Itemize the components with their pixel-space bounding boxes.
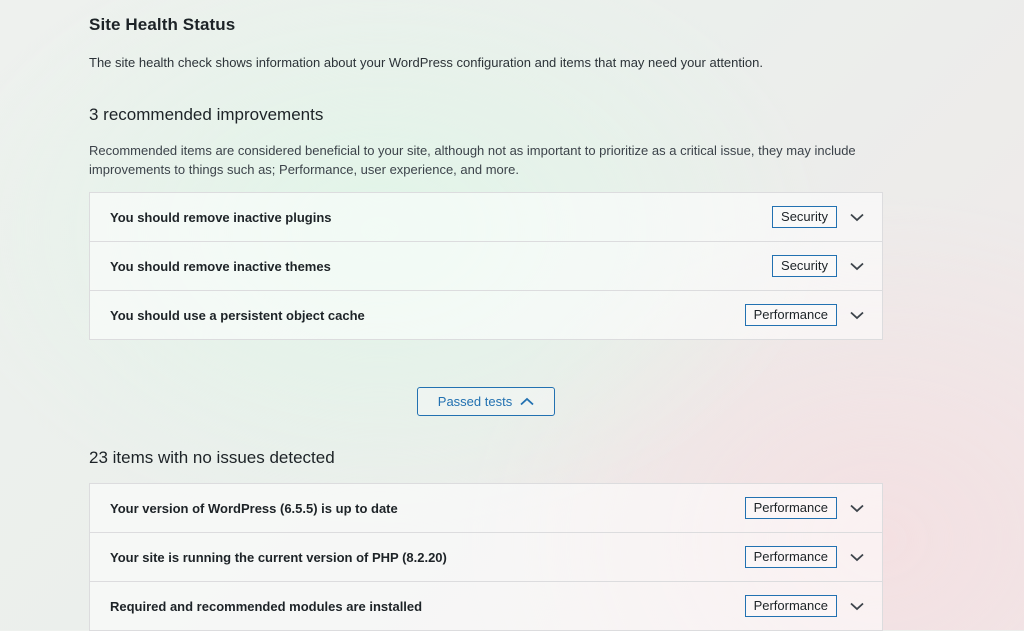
issue-row-inactive-themes[interactable]: You should remove inactive themes Securi… <box>90 242 882 291</box>
passed-tests-label: Passed tests <box>437 394 513 409</box>
category-badge: Performance <box>744 546 837 568</box>
issue-row-inactive-plugins[interactable]: You should remove inactive plugins Secur… <box>90 193 882 242</box>
chevron-down-icon[interactable] <box>850 210 864 224</box>
issue-label: Your site is running the current version… <box>110 549 447 565</box>
issue-label: You should use a persistent object cache <box>110 307 365 323</box>
issue-row-object-cache[interactable]: You should use a persistent object cache… <box>90 291 882 339</box>
chevron-down-icon[interactable] <box>850 501 864 515</box>
recommended-heading: 3 recommended improvements <box>89 105 324 124</box>
category-badge: Performance <box>744 304 837 326</box>
passed-heading: 23 items with no issues detected <box>89 448 335 467</box>
issue-row-php-modules[interactable]: Required and recommended modules are ins… <box>90 582 882 630</box>
page-title: Site Health Status <box>89 15 236 34</box>
issue-row-wordpress-version[interactable]: Your version of WordPress (6.5.5) is up … <box>90 484 882 533</box>
issue-label: Required and recommended modules are ins… <box>110 598 423 614</box>
category-badge: Security <box>772 206 837 228</box>
chevron-down-icon[interactable] <box>850 308 864 322</box>
issue-label: Your version of WordPress (6.5.5) is up … <box>110 500 398 516</box>
chevron-up-icon <box>520 394 534 409</box>
chevron-down-icon[interactable] <box>850 599 864 613</box>
recommended-issues-list: You should remove inactive plugins Secur… <box>89 192 883 340</box>
recommended-description: Recommended items are considered benefic… <box>89 143 856 177</box>
passed-tests-button[interactable]: Passed tests <box>417 387 555 416</box>
category-badge: Security <box>772 255 837 277</box>
category-badge: Performance <box>744 497 837 519</box>
passed-tests-list: Your version of WordPress (6.5.5) is up … <box>89 483 883 631</box>
issue-label: You should remove inactive plugins <box>110 209 332 225</box>
issue-row-php-version[interactable]: Your site is running the current version… <box>90 533 882 582</box>
category-badge: Performance <box>744 595 837 617</box>
page-description: The site health check shows information … <box>89 55 763 70</box>
issue-label: You should remove inactive themes <box>110 258 331 274</box>
chevron-down-icon[interactable] <box>850 550 864 564</box>
chevron-down-icon[interactable] <box>850 259 864 273</box>
